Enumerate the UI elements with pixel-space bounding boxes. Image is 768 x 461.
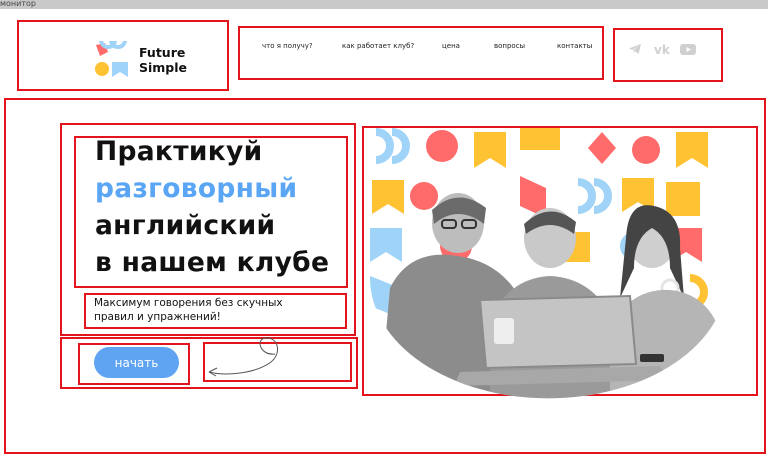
telegram-icon[interactable] <box>628 41 644 55</box>
hero-title-line4: в нашем клубе <box>95 247 330 278</box>
youtube-icon[interactable] <box>680 41 696 55</box>
logo-mark-icon <box>95 41 128 77</box>
nav-item-how-it-works[interactable]: как работает клуб? <box>342 42 414 50</box>
hero-title-line1: Практикуй <box>95 136 263 167</box>
hero-title-line3: английский <box>95 210 276 241</box>
hero-subtitle-line1: Максимум говорения без скучных <box>94 297 283 309</box>
hero-title: Практикуй разговорный английский в нашем… <box>95 133 329 281</box>
annotation-nav-box <box>238 26 604 80</box>
nav-item-questions[interactable]: вопросы <box>494 42 525 50</box>
logo-text-line2: Simple <box>139 60 188 75</box>
nav-item-price[interactable]: цена <box>442 42 460 50</box>
vk-icon[interactable]: vk <box>654 41 671 57</box>
hero-subtitle-line2: правил и упражнений! <box>94 311 221 323</box>
hero-subtitle: Максимум говорения без скучных правил и … <box>94 296 334 324</box>
arrow-doodle-icon <box>208 337 279 377</box>
nav-item-benefits[interactable]: что я получу? <box>262 42 313 50</box>
svg-text:vk: vk <box>654 43 670 56</box>
browser-top-bar: монитор <box>0 0 768 9</box>
logo-text-line1: Future <box>139 45 186 60</box>
window-label: монитор <box>0 0 36 8</box>
start-button[interactable]: начать <box>94 347 179 378</box>
site-logo[interactable]: Future Simple <box>94 41 187 79</box>
hero-photo <box>370 128 727 399</box>
nav-item-contacts[interactable]: контакты <box>557 42 592 50</box>
hero-title-accent: разговорный <box>95 173 298 204</box>
social-links: vk <box>628 41 696 57</box>
